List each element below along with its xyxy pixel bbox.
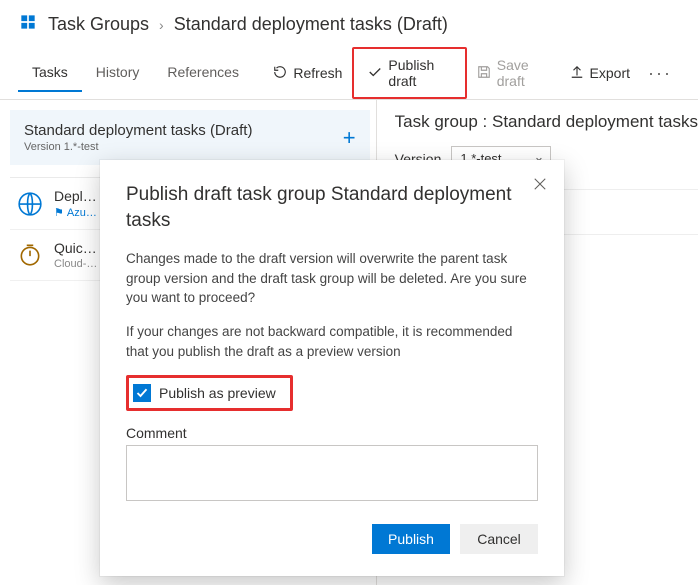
breadcrumb-current: Standard deployment tasks (Draft) [174,14,448,35]
export-icon [570,65,584,82]
cancel-button[interactable]: Cancel [460,524,538,554]
publish-as-preview-label: Publish as preview [159,385,276,401]
tab-tasks[interactable]: Tasks [18,56,82,92]
more-button[interactable]: ··· [640,63,680,84]
summary-title: Standard deployment tasks (Draft) [24,122,252,139]
link-icon: ⚑ [54,206,64,219]
save-draft-button: Save draft [467,51,560,95]
export-label: Export [590,65,630,81]
timer-icon [16,241,44,269]
publish-draft-button[interactable]: Publish draft [358,51,460,95]
task-sub: ⚑Azu… [54,206,97,219]
summary-card[interactable]: Standard deployment tasks (Draft) Versio… [10,110,370,165]
publish-as-preview-checkbox[interactable] [133,384,151,402]
check-icon [368,65,382,82]
publish-draft-label: Publish draft [388,57,450,89]
refresh-button[interactable]: Refresh [263,59,352,88]
deploy-icon [16,190,44,218]
task-name: Quic… [54,240,97,256]
breadcrumb: Task Groups › Standard deployment tasks … [0,0,698,41]
publish-draft-highlight: Publish draft [352,47,466,99]
refresh-icon [273,65,287,82]
comment-label: Comment [126,425,538,441]
toolbar: Tasks History References Refresh Publish… [0,41,698,100]
export-button[interactable]: Export [560,59,640,88]
dialog-title: Publish draft task group Standard deploy… [126,182,514,233]
publish-button[interactable]: Publish [372,524,450,554]
tab-references[interactable]: References [153,56,253,90]
save-draft-label: Save draft [497,57,550,89]
refresh-label: Refresh [293,65,342,81]
breadcrumb-root[interactable]: Task Groups [48,14,149,35]
dialog-body-2: If your changes are not backward compati… [126,322,538,361]
dialog-body-1: Changes made to the draft version will o… [126,249,538,308]
add-task-icon[interactable]: + [343,125,356,151]
close-button[interactable] [528,172,552,196]
task-sub: Cloud-… [54,258,97,270]
chevron-right-icon: › [159,17,164,33]
save-icon [477,65,491,82]
publish-as-preview-row: Publish as preview [126,375,293,411]
publish-dialog: Publish draft task group Standard deploy… [100,160,564,576]
summary-version: Version 1.*-test [24,141,252,153]
task-group-icon [18,12,38,37]
task-name: Depl… [54,188,97,204]
comment-input[interactable] [126,445,538,501]
tab-history[interactable]: History [82,56,154,90]
right-title: Task group : Standard deployment tasks [395,112,698,132]
